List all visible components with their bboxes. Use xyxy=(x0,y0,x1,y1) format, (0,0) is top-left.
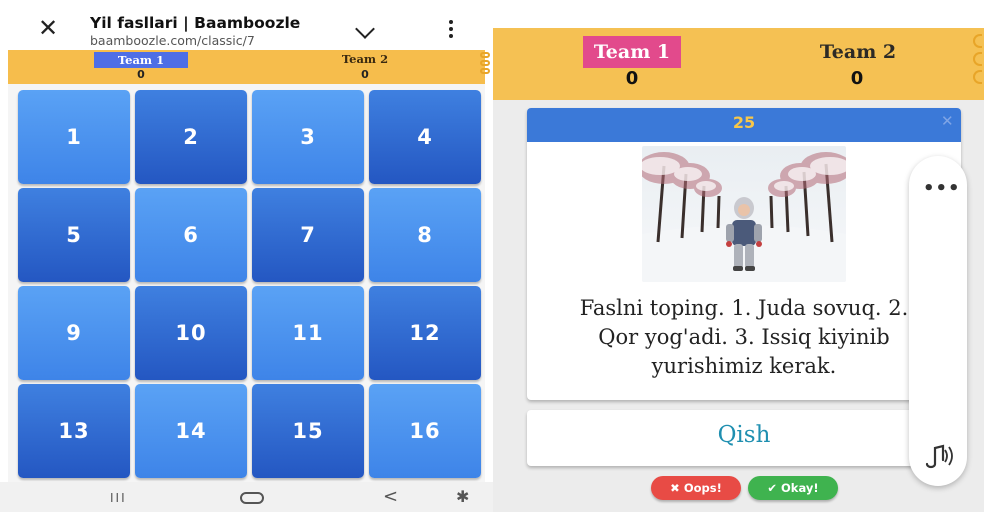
chevron-down-icon[interactable] xyxy=(355,19,375,39)
tile-8[interactable]: 8 xyxy=(369,188,481,282)
tile-6[interactable]: 6 xyxy=(135,188,247,282)
team-1-score: 0 xyxy=(625,68,639,89)
team-2-score: 0 xyxy=(850,68,864,89)
side-toolbar: ••• xyxy=(909,156,967,486)
scoreboard: Team 1 Team 2 0 0 xyxy=(8,50,490,84)
sound-icon[interactable] xyxy=(921,440,957,472)
question-grid: 1 2 3 4 5 6 7 8 9 10 11 12 13 14 15 16 xyxy=(8,84,485,482)
question-text: Faslni toping. 1. Juda sovuq. 2. Qor yog… xyxy=(537,294,951,381)
phone-screen: ✕ Yil fasllari | Baamboozle baamboozle.c… xyxy=(0,0,493,512)
tile-16[interactable]: 16 xyxy=(369,384,481,478)
menu-handle-icon[interactable] xyxy=(478,50,492,84)
close-icon[interactable]: ✕ xyxy=(38,16,58,40)
page-url[interactable]: baamboozle.com/classic/7 xyxy=(90,33,330,48)
okay-button[interactable]: ✔ Okay! xyxy=(748,476,838,500)
more-options-icon[interactable] xyxy=(448,20,454,40)
menu-handle-icon[interactable] xyxy=(973,34,984,88)
android-nav-bar: III < ✱ xyxy=(0,482,493,512)
recents-icon[interactable]: III xyxy=(110,491,127,505)
page-title: Yil fasllari | Baamboozle xyxy=(90,14,301,32)
accessibility-icon[interactable]: ✱ xyxy=(456,487,469,506)
question-screen: Team 1 Team 2 0 0 25 ✕ Faslni toping. 1.… xyxy=(493,0,984,512)
oops-button-label: Oops! xyxy=(683,481,722,495)
team-2-label[interactable]: Team 2 xyxy=(809,36,907,68)
check-icon: ✔ xyxy=(767,481,778,495)
question-card: 25 ✕ Faslni toping. 1. Juda sovuq. 2. Qo… xyxy=(527,108,961,400)
tile-2[interactable]: 2 xyxy=(135,90,247,184)
okay-button-label: Okay! xyxy=(781,481,819,495)
home-icon[interactable] xyxy=(240,492,264,504)
team-1-label[interactable]: Team 1 xyxy=(583,36,681,68)
answer-text: Qish xyxy=(717,422,771,448)
tile-14[interactable]: 14 xyxy=(135,384,247,478)
tile-3[interactable]: 3 xyxy=(252,90,364,184)
tile-15[interactable]: 15 xyxy=(252,384,364,478)
team-2-label[interactable]: Team 2 xyxy=(318,52,412,66)
more-options-icon[interactable]: ••• xyxy=(923,178,961,199)
browser-toolbar: ✕ Yil fasllari | Baamboozle baamboozle.c… xyxy=(0,8,493,50)
team-1-score: 0 xyxy=(137,68,145,81)
oops-button[interactable]: ✖ Oops! xyxy=(651,476,741,500)
tile-12[interactable]: 12 xyxy=(369,286,481,380)
tile-11[interactable]: 11 xyxy=(252,286,364,380)
tile-1[interactable]: 1 xyxy=(18,90,130,184)
tile-4[interactable]: 4 xyxy=(369,90,481,184)
close-icon[interactable]: ✕ xyxy=(941,112,954,130)
team-1-label[interactable]: Team 1 xyxy=(94,52,188,68)
answer-card[interactable]: Qish xyxy=(527,410,961,466)
question-points: 25 xyxy=(732,113,756,132)
question-text-line-2: Qor yog'adi. 3. Issiq kiyinib xyxy=(598,325,890,349)
winter-child-image xyxy=(642,146,846,282)
back-icon[interactable]: < xyxy=(383,486,398,507)
scoreboard-large: Team 1 Team 2 0 0 xyxy=(493,28,984,100)
tile-7[interactable]: 7 xyxy=(252,188,364,282)
team-2-score: 0 xyxy=(361,68,369,81)
x-icon: ✖ xyxy=(670,481,680,495)
tile-9[interactable]: 9 xyxy=(18,286,130,380)
question-text-line-1: Faslni toping. 1. Juda sovuq. 2. xyxy=(579,296,909,320)
tile-13[interactable]: 13 xyxy=(18,384,130,478)
tile-10[interactable]: 10 xyxy=(135,286,247,380)
question-text-line-3: yurishimiz kerak. xyxy=(651,354,837,378)
tile-5[interactable]: 5 xyxy=(18,188,130,282)
question-card-header: 25 ✕ xyxy=(527,108,961,142)
